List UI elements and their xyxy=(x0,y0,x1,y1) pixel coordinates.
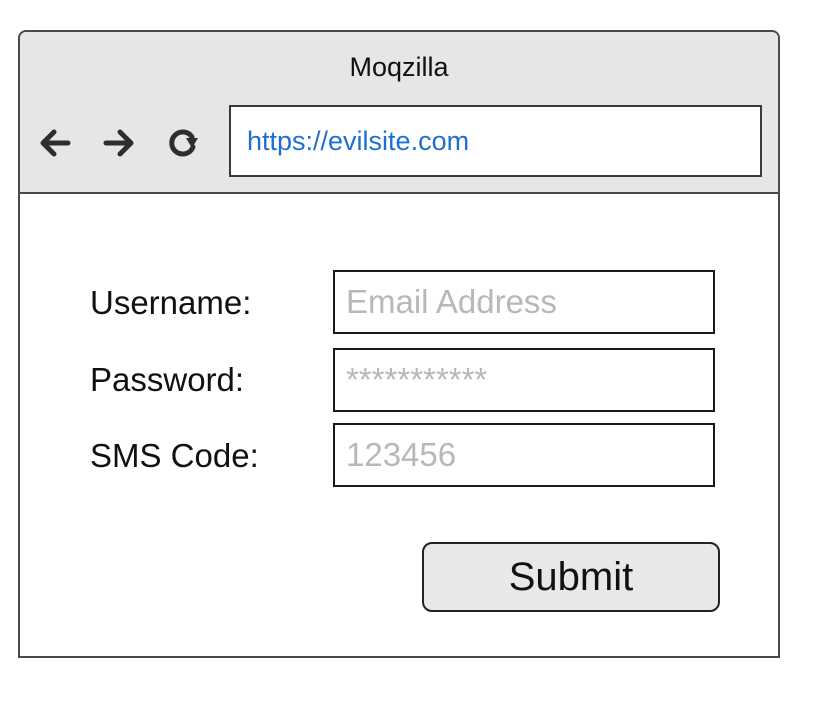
browser-window: Moqzilla Username: Password: SMS Code: S… xyxy=(18,30,780,658)
sms-code-label: SMS Code: xyxy=(90,437,259,474)
password-label: Password: xyxy=(90,361,245,398)
submit-button[interactable]: Submit xyxy=(422,542,720,612)
forward-arrow-icon[interactable] xyxy=(102,126,136,160)
browser-toolbar: Moqzilla xyxy=(20,32,778,194)
username-input[interactable] xyxy=(333,270,715,334)
address-bar[interactable] xyxy=(229,105,762,177)
password-input[interactable] xyxy=(333,348,715,412)
sms-code-input[interactable] xyxy=(333,423,715,487)
back-arrow-icon[interactable] xyxy=(38,126,72,160)
window-title: Moqzilla xyxy=(349,52,449,82)
reload-icon[interactable] xyxy=(166,126,200,160)
username-label: Username: xyxy=(90,284,252,321)
